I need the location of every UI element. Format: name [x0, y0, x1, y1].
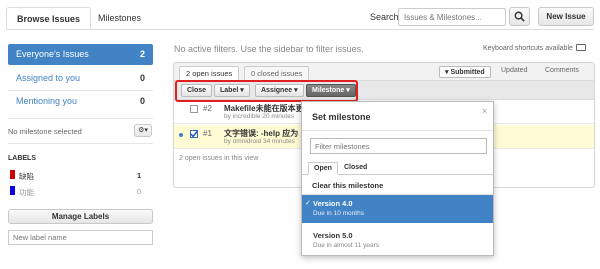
sort-submitted[interactable]: ▾ Submitted [439, 66, 491, 78]
milestone-due: Due in 10 months [313, 210, 364, 217]
sidebar-divider [8, 143, 153, 144]
tab-closed-issues[interactable]: 0 closed issues [244, 66, 310, 81]
filter-notice: No active filters. Use the sidebar to fi… [174, 44, 364, 54]
issues-footer: 2 open issues in this view [179, 155, 259, 162]
labels-heading: LABELS [8, 155, 36, 162]
set-milestone-popup: Set milestone × Open Closed Clear this m… [301, 101, 494, 256]
popup-close-icon[interactable]: × [482, 106, 487, 116]
milestone-name: Version 5.0 [313, 231, 353, 240]
sidebar-item-label: Everyone's Issues [16, 49, 89, 59]
label-swatch [10, 186, 15, 195]
label-count: 1 [137, 171, 142, 180]
sidebar-item-count: 0 [139, 96, 145, 106]
tab-milestones[interactable]: Milestones [88, 7, 151, 30]
clear-milestone-item[interactable]: Clear this milestone [302, 175, 493, 195]
label-item-feature[interactable]: 功能 [19, 187, 34, 198]
issue-number: #2 [203, 104, 212, 113]
sidebar-item-everyones-issues[interactable]: Everyone's Issues 2 [8, 44, 153, 65]
tab-closed-milestones[interactable]: Closed [339, 162, 372, 175]
milestone-filter-input[interactable] [310, 138, 487, 154]
popup-title: Set milestone [312, 112, 371, 122]
new-issue-button[interactable]: New Issue [538, 7, 594, 26]
checkmark-icon [190, 130, 198, 138]
tab-open-milestones[interactable]: Open [308, 162, 338, 175]
sidebar-divider [8, 118, 153, 119]
sidebar-item-mentioning[interactable]: Mentioning you 0 [8, 91, 153, 112]
label-swatch [10, 170, 15, 179]
search-icon [514, 11, 525, 22]
tab-divider [6, 29, 594, 30]
issue-checkbox[interactable] [190, 105, 198, 113]
issue-checkbox[interactable] [190, 130, 198, 138]
tab-open-issues[interactable]: 2 open issues [179, 66, 240, 81]
keyboard-icon [575, 44, 586, 51]
action-highlight-box [175, 80, 358, 102]
popup-divider [302, 130, 493, 131]
milestone-due: Due in almost 11 years [313, 242, 379, 249]
milestone-filter-label: No milestone selected [8, 127, 82, 136]
tab-browse-issues[interactable]: Browse Issues [6, 7, 92, 30]
sort-updated[interactable]: Updated [501, 67, 527, 74]
sidebar-item-count: 0 [139, 73, 145, 83]
search-input[interactable] [398, 8, 506, 26]
milestone-gear-button[interactable]: ⚙▾ [134, 124, 152, 137]
milestone-item-version-5[interactable]: Version 5.0 Due in almost 11 years [302, 227, 493, 255]
selected-check-icon: ✓ [305, 200, 311, 207]
keyboard-shortcuts-link[interactable]: Keyboard shortcuts available [483, 44, 586, 52]
sidebar-item-label: Mentioning you [16, 96, 78, 106]
issue-number: #1 [203, 129, 212, 138]
gear-icon: ⚙▾ [138, 127, 148, 134]
selected-dot-icon [179, 133, 183, 137]
milestone-name: Version 4.0 [313, 199, 353, 208]
sort-comments[interactable]: Comments [545, 67, 579, 74]
label-item-defect[interactable]: 缺陷 [19, 171, 34, 182]
manage-labels-button[interactable]: Manage Labels [8, 209, 153, 224]
search-label: Search: [370, 12, 402, 22]
clear-milestone-label: Clear this milestone [312, 181, 384, 190]
issue-meta: by omnidroid 34 minutes [224, 138, 295, 145]
issues-panel-header: 2 open issues 0 closed issues ▾ Submitte… [174, 63, 594, 81]
sidebar-item-label: Assigned to you [16, 73, 81, 83]
milestone-item-version-4[interactable]: ✓ Version 4.0 Due in 10 months [302, 195, 493, 223]
label-count: 0 [137, 187, 142, 196]
sidebar-item-count: 2 [139, 49, 145, 59]
search-button[interactable] [509, 7, 530, 26]
sidebar-item-assigned[interactable]: Assigned to you 0 [8, 68, 153, 89]
new-label-input[interactable] [8, 230, 153, 245]
issue-meta: by incredible 20 minutes [224, 113, 295, 120]
